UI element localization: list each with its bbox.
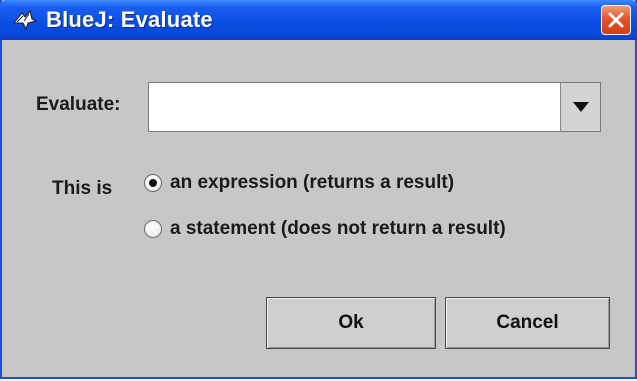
radio-statement[interactable]: a statement (does not return a result) — [144, 216, 506, 242]
radio-statement-button[interactable] — [144, 220, 162, 238]
evaluate-input[interactable] — [149, 83, 561, 131]
close-button[interactable] — [601, 5, 631, 35]
this-is-label: This is — [52, 178, 113, 199]
close-icon — [608, 12, 624, 28]
radio-expression-label: an expression (returns a result) — [170, 172, 455, 193]
evaluate-label: Evaluate: — [36, 94, 121, 115]
chevron-down-icon — [573, 102, 589, 112]
evaluate-combobox[interactable] — [148, 82, 601, 132]
radio-selected-dot — [149, 179, 157, 187]
evaluate-dialog: BlueJ: Evaluate Evaluate: This is an exp… — [0, 0, 637, 379]
radio-expression-button[interactable] — [144, 174, 162, 192]
title-bar[interactable]: BlueJ: Evaluate — [0, 0, 637, 40]
cancel-button[interactable]: Cancel — [445, 297, 610, 349]
bluej-bird-icon — [12, 9, 38, 31]
evaluate-dropdown-button[interactable] — [560, 83, 600, 131]
window-title: BlueJ: Evaluate — [46, 7, 213, 32]
radio-statement-label: a statement (does not return a result) — [170, 218, 506, 239]
radio-expression[interactable]: an expression (returns a result) — [144, 170, 454, 196]
ok-button[interactable]: Ok — [266, 297, 436, 349]
